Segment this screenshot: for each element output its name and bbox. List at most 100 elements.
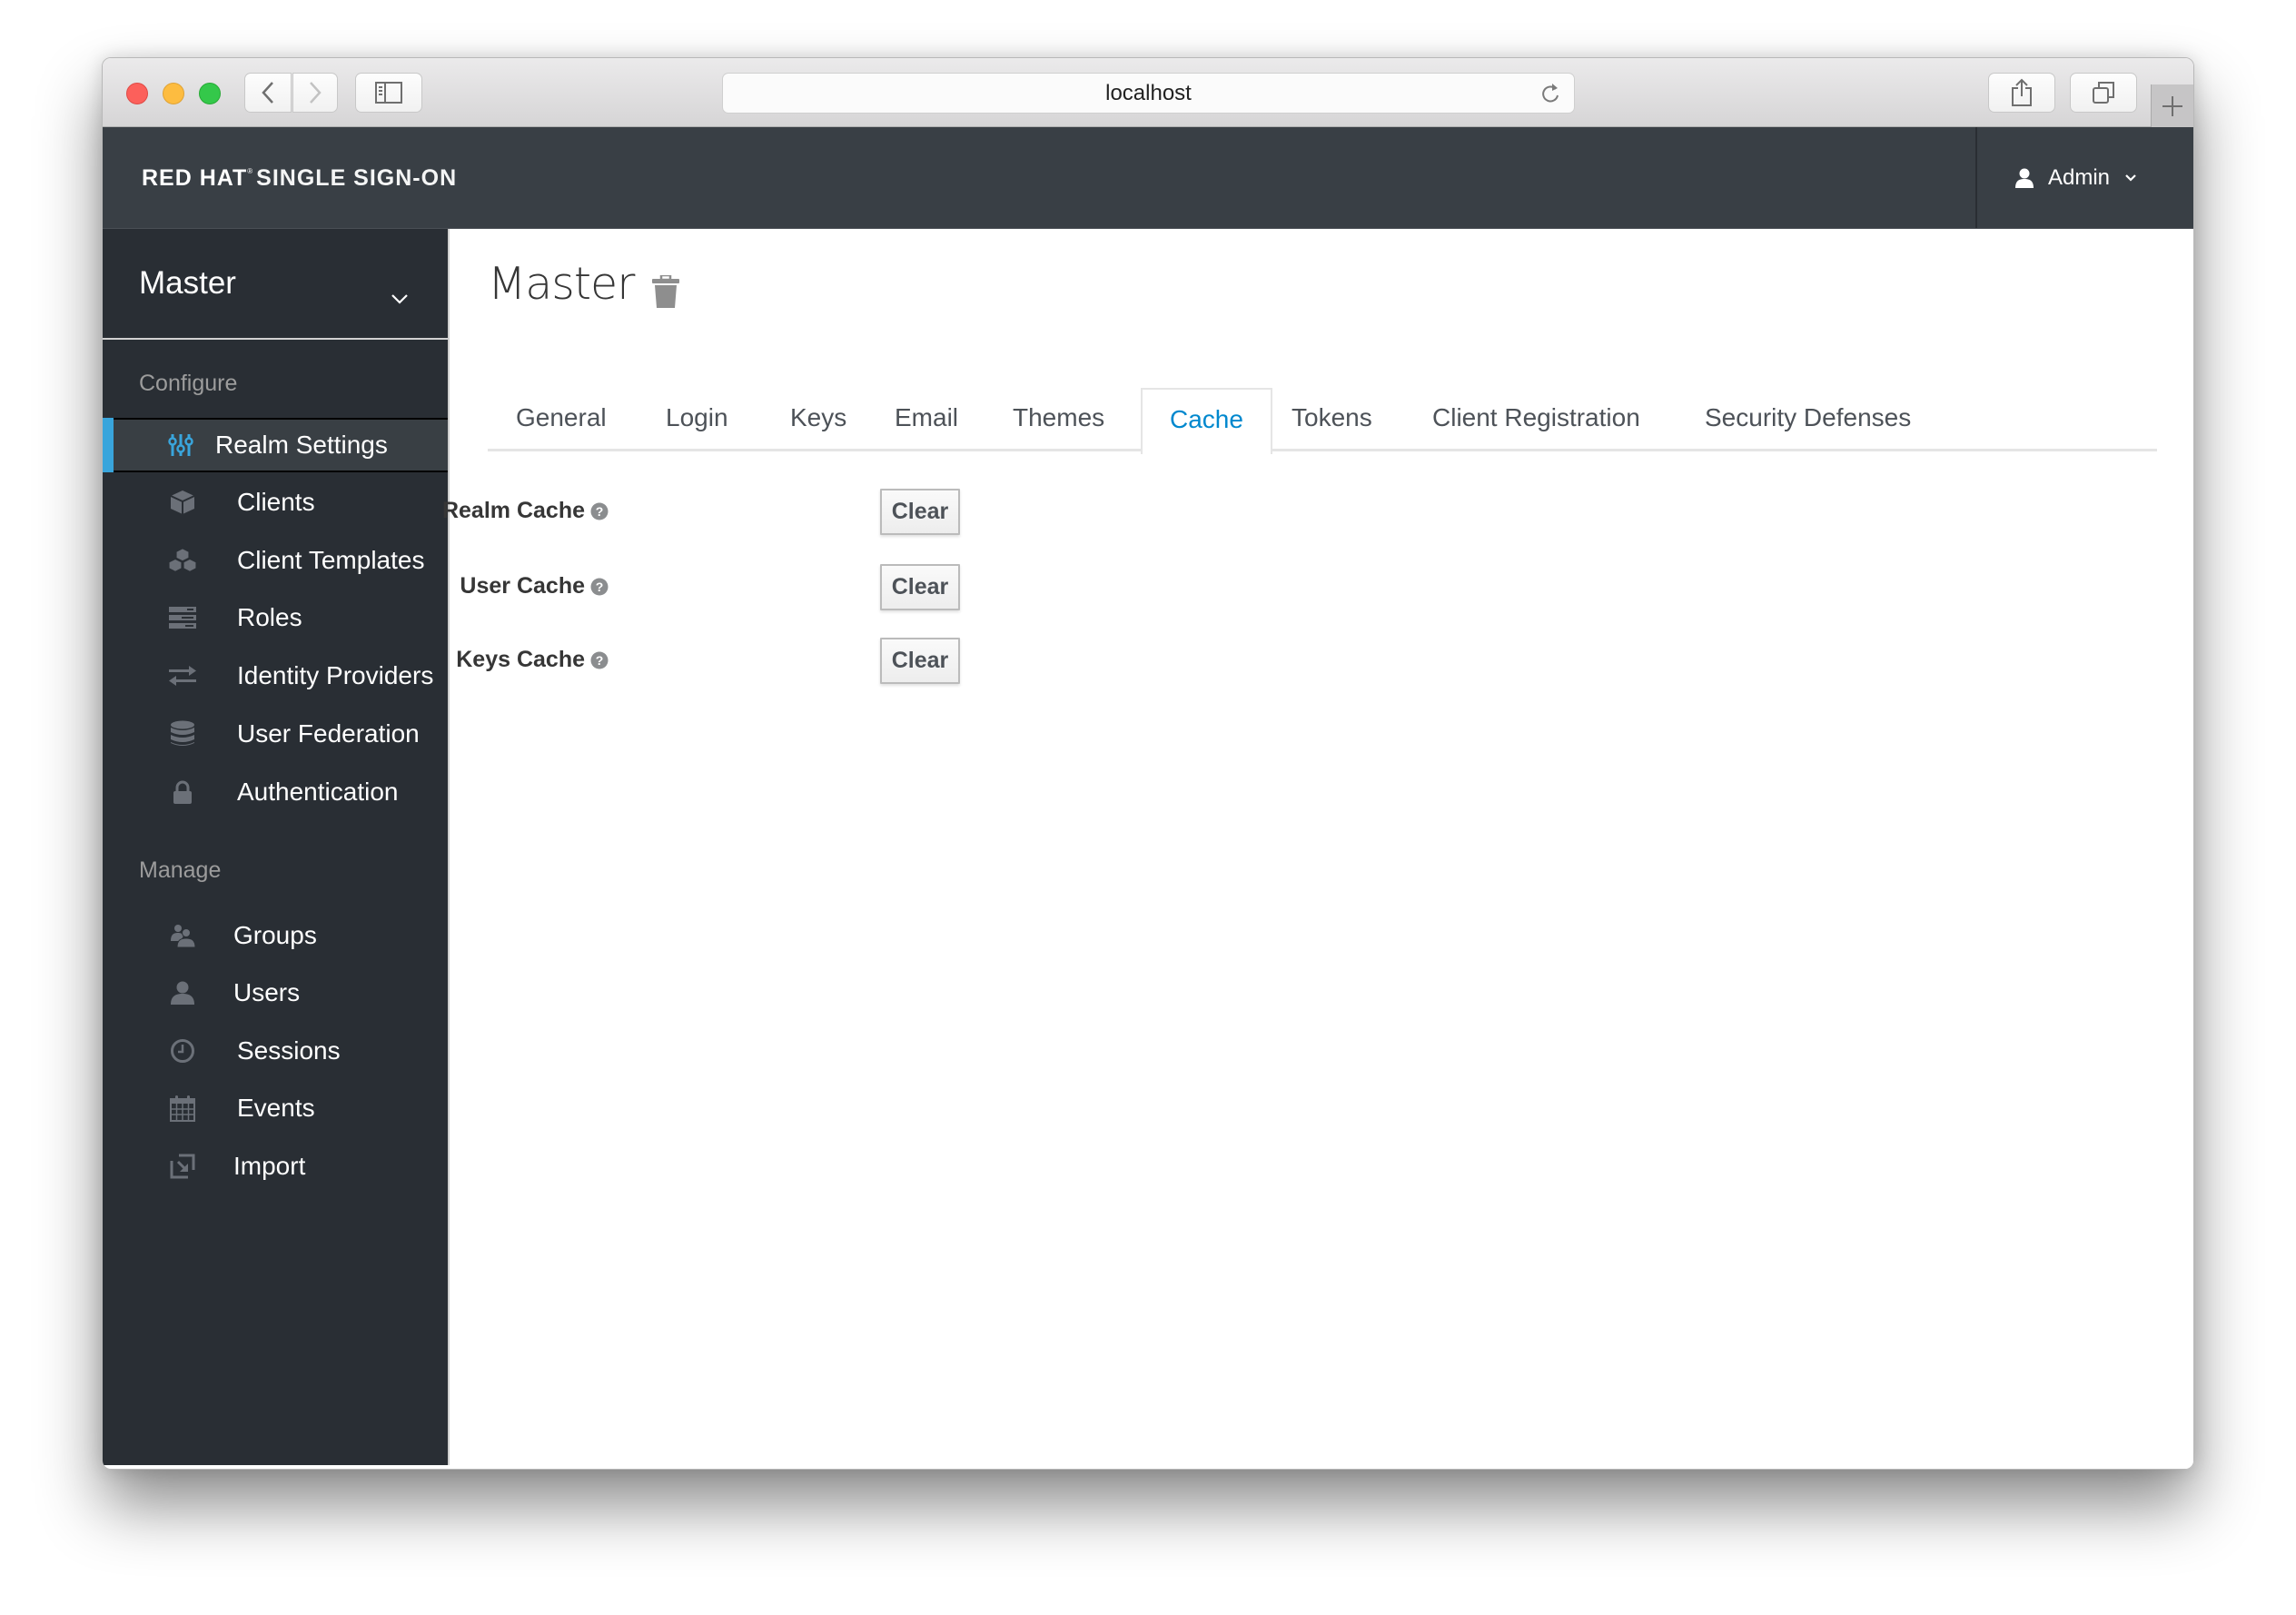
sidebar-item-label: Clients	[237, 488, 315, 516]
sidebar-item-label: Roles	[237, 603, 302, 631]
tab-security-defenses[interactable]: Security Defenses	[1705, 388, 1911, 451]
sidebar-item-user-federation[interactable]: User Federation	[103, 707, 448, 761]
clock-icon	[168, 1036, 197, 1065]
lock-icon	[168, 778, 197, 807]
svg-text:?: ?	[596, 653, 604, 668]
sidebar-toggle-button[interactable]	[355, 73, 422, 113]
sidebar-item-users[interactable]: Users	[103, 966, 448, 1020]
sidebar-item-client-templates[interactable]: Client Templates	[103, 533, 448, 588]
help-icon[interactable]: ?	[590, 578, 609, 596]
section-configure: Configure	[139, 371, 238, 396]
sidebar-item-label: Users	[233, 978, 301, 1006]
tab-themes[interactable]: Themes	[1013, 388, 1104, 451]
tab-keys[interactable]: Keys	[790, 388, 846, 451]
sidebar-item-realm-settings[interactable]: Realm Settings	[103, 418, 448, 472]
user-icon	[168, 978, 197, 1007]
share-button[interactable]	[1988, 73, 2055, 113]
sidebar-item-roles[interactable]: Roles	[103, 590, 448, 645]
delete-realm-button[interactable]	[651, 273, 680, 312]
keys-cache-label: Keys Cache ?	[456, 647, 609, 673]
realm-selector[interactable]: Master	[103, 229, 448, 340]
realm-cache-label-text: Realm Cache	[441, 498, 585, 523]
section-manage: Manage	[139, 857, 222, 883]
sidebar-item-label: Import	[233, 1152, 306, 1180]
sidebar-toggle-icon	[375, 82, 402, 104]
sidebar-item-sessions[interactable]: Sessions	[103, 1024, 448, 1078]
reload-button[interactable]	[1539, 81, 1561, 113]
database-icon	[168, 719, 197, 748]
forward-icon	[310, 82, 322, 104]
user-cache-label-text: User Cache	[460, 573, 585, 599]
sidebar-item-events[interactable]: Events	[103, 1081, 448, 1135]
sidebar-item-label: Authentication	[237, 778, 399, 806]
sidebar: Master Configure Realm Settings Clients …	[103, 229, 450, 1465]
tab-tokens[interactable]: Tokens	[1292, 388, 1372, 451]
realm-name: Master	[139, 265, 236, 301]
back-icon	[262, 82, 273, 104]
sidebar-item-label: User Federation	[237, 719, 420, 748]
clear-realm-cache-button[interactable]: Clear	[880, 489, 960, 535]
sidebar-item-label: Groups	[233, 921, 317, 949]
sidebar-item-label: Client Templates	[237, 546, 425, 574]
minimize-window-button[interactable]	[163, 83, 184, 104]
keys-cache-row: Keys Cache ? Clear	[450, 638, 1085, 685]
cubes-icon	[168, 546, 197, 575]
user-cache-label: User Cache ?	[460, 573, 609, 599]
exchange-icon	[168, 661, 197, 690]
clear-keys-cache-button[interactable]: Clear	[880, 638, 960, 684]
help-icon[interactable]: ?	[590, 502, 609, 520]
brand-secondary: SINGLE SIGN-ON	[256, 165, 458, 191]
trash-icon	[652, 273, 679, 308]
chevron-down-icon	[391, 276, 409, 312]
maximize-window-button[interactable]	[199, 83, 221, 104]
realm-cache-label: Realm Cache ?	[442, 498, 609, 524]
sidebar-item-import[interactable]: Import	[103, 1139, 448, 1194]
tab-cache[interactable]: Cache	[1141, 388, 1272, 454]
share-icon	[2012, 78, 2032, 106]
sliders-icon	[166, 431, 195, 460]
sidebar-item-clients[interactable]: Clients	[103, 475, 448, 530]
show-tabs-button[interactable]	[2070, 73, 2137, 113]
tab-client-registration[interactable]: Client Registration	[1432, 388, 1640, 451]
cube-icon	[168, 488, 197, 517]
main-content: Master General Login Keys Email Themes C…	[442, 229, 2193, 1469]
reload-icon	[1542, 84, 1559, 103]
sidebar-item-label: Sessions	[237, 1036, 341, 1065]
help-icon[interactable]: ?	[590, 651, 609, 669]
tab-login[interactable]: Login	[666, 388, 728, 451]
new-tab-button[interactable]	[2151, 84, 2193, 127]
brand-primary: RED HAT	[142, 165, 248, 191]
sidebar-item-authentication[interactable]: Authentication	[103, 765, 448, 819]
close-window-button[interactable]	[126, 83, 148, 104]
user-icon	[2015, 168, 2034, 188]
calendar-icon	[168, 1094, 197, 1123]
forward-button[interactable]	[292, 73, 338, 113]
user-menu[interactable]: Admin	[1975, 127, 2193, 228]
back-button[interactable]	[244, 73, 292, 113]
realm-cache-row: Realm Cache ? Clear	[442, 489, 1085, 536]
user-cache-row: User Cache ? Clear	[450, 564, 1085, 611]
sidebar-item-groups[interactable]: Groups	[103, 908, 448, 963]
brand-logo[interactable]: RED HAT® SINGLE SIGN-ON	[142, 165, 457, 192]
app-header: RED HAT® SINGLE SIGN-ON Admin	[103, 127, 2193, 229]
sidebar-item-label: Identity Providers	[237, 661, 434, 689]
page-title: Master	[488, 258, 635, 310]
import-icon	[168, 1152, 197, 1181]
chevron-down-icon	[2124, 173, 2137, 183]
plus-icon	[2162, 95, 2182, 116]
clear-user-cache-button[interactable]: Clear	[880, 564, 960, 610]
sidebar-item-label: Events	[237, 1094, 315, 1122]
svg-text:?: ?	[596, 580, 604, 594]
tabs-icon	[2093, 82, 2114, 104]
svg-text:?: ?	[596, 504, 604, 519]
browser-window: localhost RED HAT®SINGLE SIGN-ON Admin	[102, 57, 2194, 1470]
sidebar-item-identity-providers[interactable]: Identity Providers	[103, 649, 448, 703]
browser-toolbar: localhost	[103, 58, 2193, 127]
keys-cache-label-text: Keys Cache	[456, 647, 585, 672]
users-icon	[168, 921, 197, 950]
tab-general[interactable]: General	[516, 388, 607, 451]
realm-settings-tabs: General Login Keys Email Themes Cache To…	[488, 388, 2157, 454]
user-name: Admin	[2048, 164, 2111, 190]
tab-email[interactable]: Email	[895, 388, 958, 451]
address-bar[interactable]: localhost	[722, 73, 1575, 114]
